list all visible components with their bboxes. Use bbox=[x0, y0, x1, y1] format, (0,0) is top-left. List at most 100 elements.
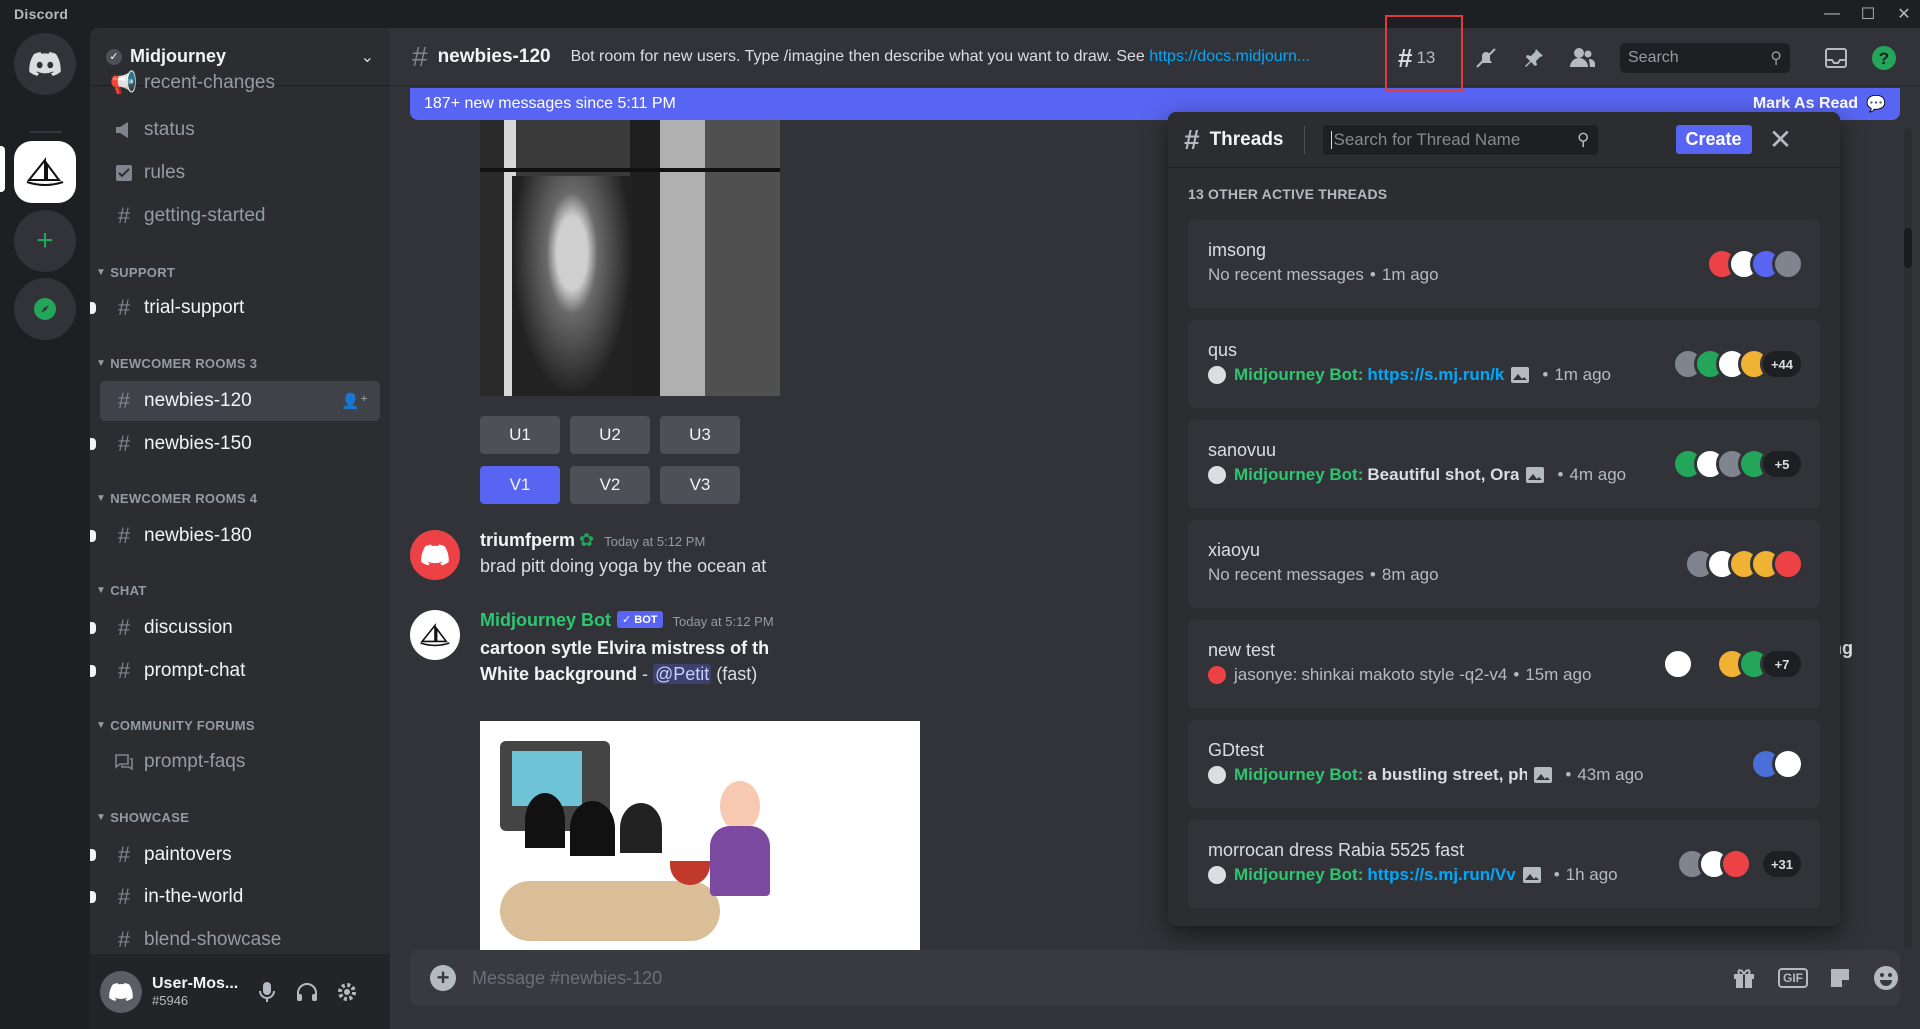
upscale-1-button[interactable]: U1 bbox=[480, 416, 560, 454]
thread-item[interactable]: morrocan dress Rabia 5525 fast Midjourne… bbox=[1188, 820, 1820, 908]
threads-count: 13 bbox=[1416, 48, 1436, 67]
gear-icon[interactable] bbox=[327, 972, 367, 1012]
channel-discussion[interactable]: # discussion bbox=[90, 608, 380, 648]
channel-prompt-chat[interactable]: # prompt-chat bbox=[90, 651, 380, 691]
category-newcomer-rooms-3[interactable]: ▼ NEWCOMER ROOMS 3 bbox=[96, 356, 257, 371]
bot-avatar-icon bbox=[1208, 866, 1226, 884]
thread-search-input[interactable]: Search for Thread Name ⚲ bbox=[1322, 124, 1598, 155]
channel-status[interactable]: status bbox=[100, 110, 380, 150]
channel-label: trial-support bbox=[144, 297, 245, 318]
variation-1-button[interactable]: V1 bbox=[480, 466, 560, 504]
thread-item[interactable]: sanovuu Midjourney Bot: Beautiful shot, O… bbox=[1188, 420, 1820, 508]
upscale-3-button[interactable]: U3 bbox=[660, 416, 740, 454]
variation-3-button[interactable]: V3 bbox=[660, 466, 740, 504]
channel-label: paintovers bbox=[144, 844, 232, 865]
thread-preview: jasonye: shinkai makoto style -q2-v4 • 15m … bbox=[1208, 665, 1591, 685]
scrollbar-thumb[interactable] bbox=[1904, 228, 1912, 268]
unread-indicator bbox=[90, 665, 96, 677]
thread-hash-icon: #​ bbox=[117, 388, 131, 413]
text-caret bbox=[1330, 130, 1332, 149]
pin-icon[interactable] bbox=[1518, 42, 1550, 74]
mark-as-read-button[interactable]: Mark As Read bbox=[1753, 95, 1858, 113]
channel-title: newbies-120 bbox=[437, 45, 551, 67]
member-list-icon[interactable] bbox=[1566, 42, 1598, 74]
forum-icon bbox=[112, 753, 136, 771]
channel-header: # newbies-120 Bot room for new users. Ty… bbox=[390, 15, 1920, 91]
microphone-icon[interactable] bbox=[247, 972, 287, 1012]
category-community-forums[interactable]: ▼ COMMUNITY FORUMS bbox=[96, 718, 255, 733]
emoji-icon[interactable] bbox=[1870, 962, 1902, 994]
help-icon[interactable]: ? bbox=[1868, 42, 1900, 74]
category-support[interactable]: ▼ SUPPORT bbox=[96, 265, 175, 280]
minimize-icon[interactable]: — bbox=[1812, 0, 1852, 28]
message-input[interactable]: Message #newbies-120 bbox=[472, 968, 662, 989]
thread-item[interactable]: xiaoyu No recent messages • 8m ago bbox=[1188, 520, 1820, 608]
add-server-icon[interactable]: + bbox=[14, 210, 76, 272]
image-icon bbox=[1510, 365, 1530, 385]
channel-label: status bbox=[144, 119, 195, 140]
gift-icon[interactable] bbox=[1728, 962, 1760, 994]
category-chat[interactable]: ▼ CHAT bbox=[96, 583, 147, 598]
avatar bbox=[1772, 248, 1804, 280]
category-newcomer-rooms-4[interactable]: ▼ NEWCOMER ROOMS 4 bbox=[96, 491, 257, 506]
avatar[interactable] bbox=[410, 530, 460, 580]
sticker-icon[interactable] bbox=[1824, 962, 1856, 994]
invite-member-icon[interactable]: 👤⁺ bbox=[341, 392, 368, 410]
channel-recent-changes[interactable]: 📢 recent-changes bbox=[100, 68, 380, 98]
generated-image-grid[interactable] bbox=[480, 116, 780, 396]
thread-item[interactable]: imsong No recent messages • 1m ago bbox=[1188, 220, 1820, 308]
channel-prompt-faqs[interactable]: prompt-faqs bbox=[100, 742, 380, 782]
channel-trial-support[interactable]: # trial-support bbox=[90, 288, 380, 328]
channel-paintovers[interactable]: # paintovers bbox=[90, 835, 380, 875]
channel-newbies-180[interactable]: # newbies-180 bbox=[90, 516, 380, 556]
unread-indicator bbox=[90, 438, 96, 450]
channel-newbies-120[interactable]: #​ newbies-120 👤⁺ bbox=[100, 381, 380, 421]
message-author[interactable]: Midjourney Bot ✓ BOT Today at 5:12 PM bbox=[480, 610, 774, 631]
topic-link[interactable]: https://docs.midjourn... bbox=[1149, 48, 1310, 65]
notification-muted-icon[interactable] bbox=[1470, 42, 1502, 74]
add-attachment-icon[interactable]: + bbox=[430, 965, 456, 991]
unread-indicator bbox=[90, 849, 96, 861]
channel-newbies-150[interactable]: # newbies-150 bbox=[90, 424, 380, 464]
category-showcase[interactable]: ▼ SHOWCASE bbox=[96, 810, 189, 825]
message-author[interactable]: triumfperm ✿ Today at 5:12 PM bbox=[480, 530, 705, 551]
gif-icon[interactable]: GIF bbox=[1776, 962, 1810, 994]
threads-button[interactable]: # 13 bbox=[1398, 42, 1454, 74]
message-composer[interactable]: + Message #newbies-120 GIF bbox=[410, 950, 1900, 1006]
channel-getting-started[interactable]: # getting-started bbox=[100, 196, 380, 236]
message-timestamp: Today at 5:12 PM bbox=[672, 614, 774, 629]
thread-preview: No recent messages • 1m ago bbox=[1208, 265, 1439, 284]
channel-label: recent-changes bbox=[144, 72, 275, 93]
unread-indicator bbox=[90, 891, 96, 903]
variation-2-button[interactable]: V2 bbox=[570, 466, 650, 504]
avatar[interactable] bbox=[410, 610, 460, 660]
channel-rules[interactable]: rules bbox=[100, 153, 380, 193]
create-thread-button[interactable]: Create bbox=[1675, 125, 1752, 154]
explore-compass-icon[interactable] bbox=[14, 278, 76, 340]
user-mention[interactable]: @Petit bbox=[653, 664, 712, 684]
username: User-Mos... bbox=[152, 975, 239, 992]
more-participants-count: +31 bbox=[1760, 848, 1804, 880]
app-title: Discord bbox=[14, 6, 69, 22]
thread-name: new test bbox=[1208, 640, 1276, 660]
thread-item[interactable]: GDtest Midjourney Bot: a bustling street,… bbox=[1188, 720, 1820, 808]
close-window-icon[interactable]: ✕ bbox=[1884, 0, 1920, 28]
thread-preview: Midjourney Bot:a bustling street, photor… bbox=[1208, 765, 1644, 785]
scrollbar[interactable] bbox=[1904, 128, 1912, 948]
search-input[interactable]: Search ⚲ bbox=[1620, 43, 1790, 73]
thread-item[interactable]: new test jasonye: shinkai makoto style -q… bbox=[1188, 620, 1820, 708]
avatar[interactable] bbox=[100, 970, 142, 1013]
close-icon[interactable]: ✕ bbox=[1766, 123, 1796, 156]
thread-item[interactable]: qus Midjourney Bot: https://s.mj.run/k • 1m… bbox=[1188, 320, 1820, 408]
megaphone-icon bbox=[112, 121, 136, 139]
generated-image-grid[interactable] bbox=[480, 721, 920, 956]
maximize-icon[interactable]: ☐ bbox=[1848, 0, 1888, 28]
headphones-icon[interactable] bbox=[287, 972, 327, 1012]
inbox-icon[interactable] bbox=[1820, 42, 1852, 74]
upscale-2-button[interactable]: U2 bbox=[570, 416, 650, 454]
message-text: cartoon sytle Elvira mistress of th bbox=[480, 638, 770, 658]
midjourney-server-icon[interactable] bbox=[14, 141, 76, 203]
discord-home-icon[interactable] bbox=[14, 33, 76, 95]
channel-in-the-world[interactable]: # in-the-world bbox=[90, 877, 380, 917]
bot-avatar-icon bbox=[1208, 766, 1226, 784]
